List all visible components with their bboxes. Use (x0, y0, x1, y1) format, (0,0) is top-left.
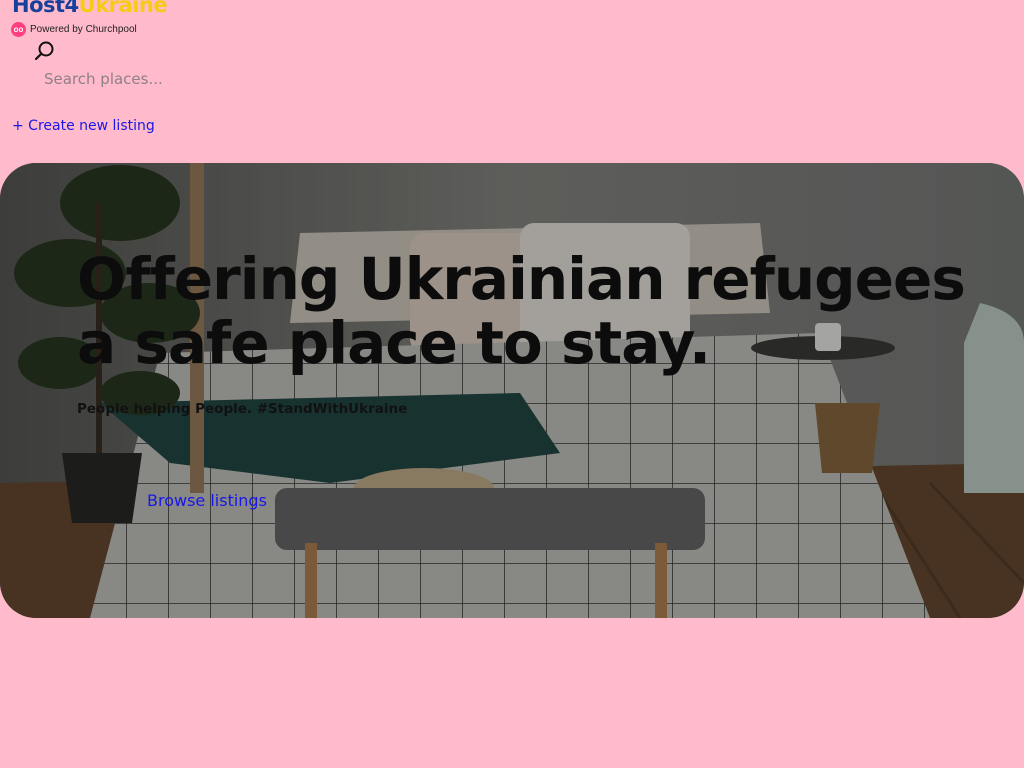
churchpool-logo-icon: oo (11, 21, 26, 37)
hero-headline: Offering Ukrainian refugees a safe place… (77, 247, 977, 375)
search-input[interactable] (40, 66, 344, 92)
powered-by-text: Powered by Churchpool (30, 23, 137, 35)
hero-headline-line-1: Offering Ukrainian refugees (77, 245, 966, 313)
hero-dark-overlay (0, 163, 1024, 618)
site-logo[interactable]: Host4Ukraine (12, 0, 168, 20)
hero-banner: Offering Ukrainian refugees a safe place… (0, 163, 1024, 618)
hero-tagline: People helping People. #StandWithUkraine (77, 401, 408, 417)
hero-headline-line-2: a safe place to stay. (77, 309, 711, 377)
browse-listings-link[interactable]: Browse listings (147, 491, 267, 510)
logo-text-host4: Host4 (12, 0, 79, 17)
powered-by: oo Powered by Churchpool (11, 21, 137, 37)
site-header: Host4Ukraine oo Powered by Churchpool + … (0, 0, 1024, 160)
search-icon[interactable] (34, 40, 56, 62)
create-new-listing-link[interactable]: + Create new listing (12, 118, 155, 134)
logo-text-ukraine: Ukraine (78, 0, 168, 17)
